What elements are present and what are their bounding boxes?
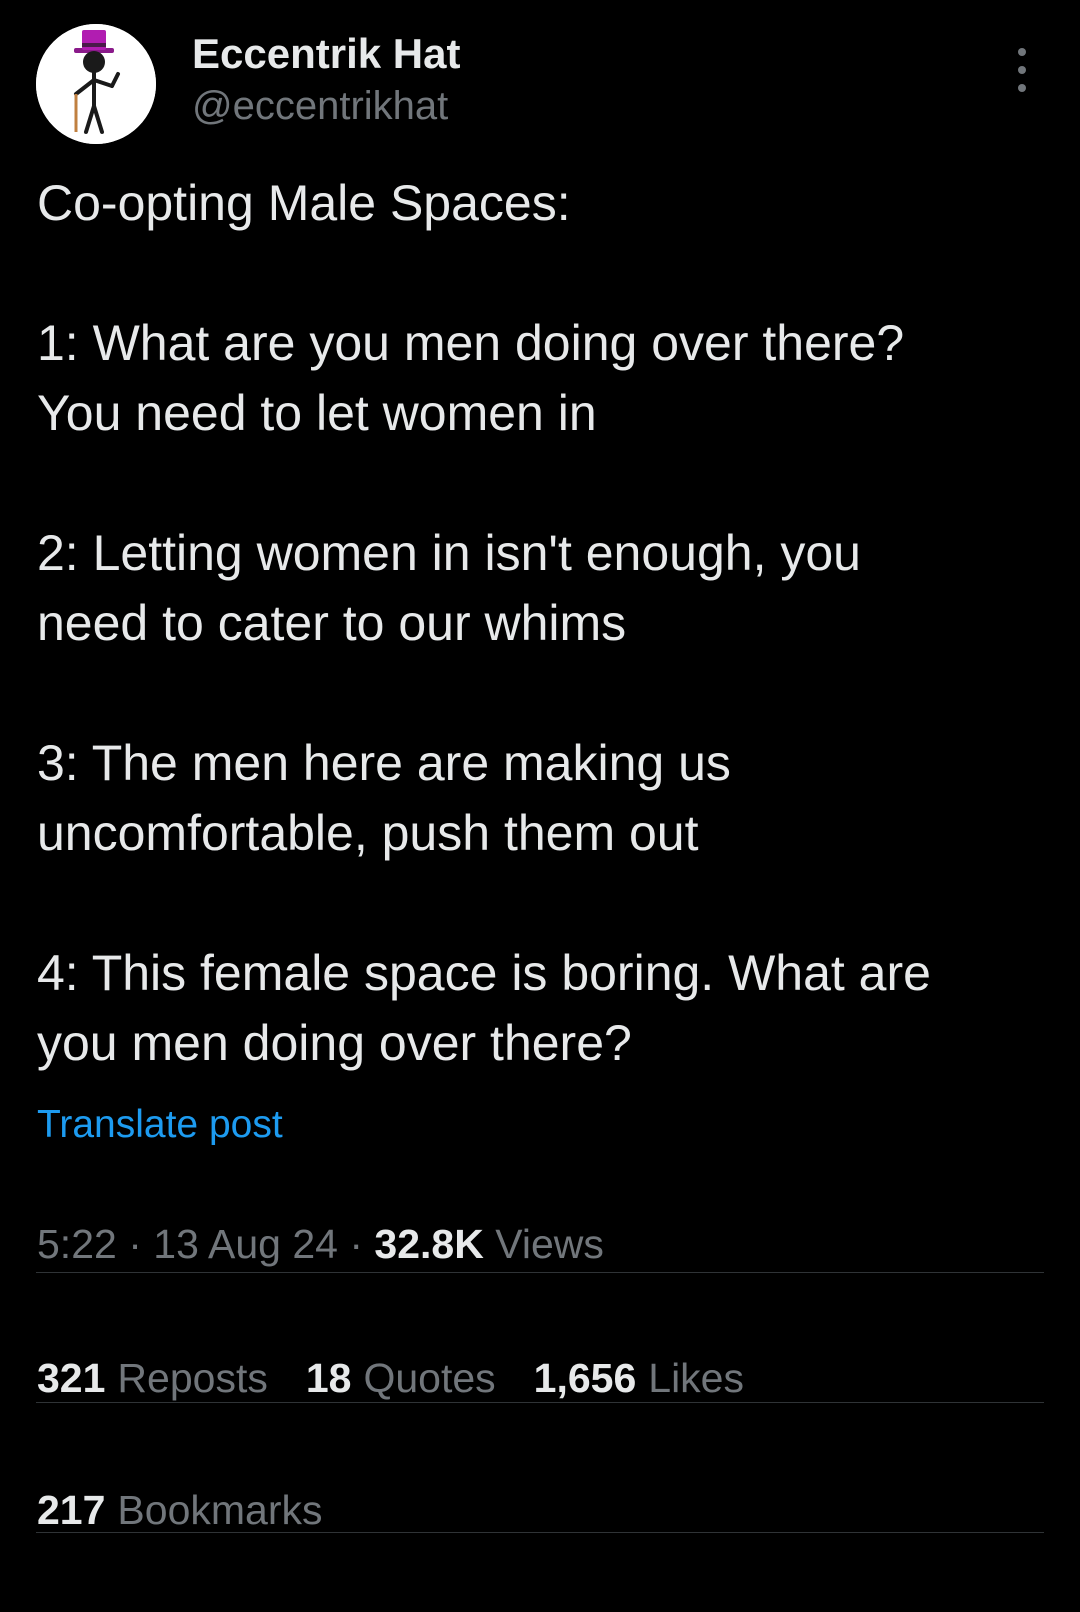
engagement-stats: 321 Reposts 18 Quotes 1,656 Likes [37, 1352, 782, 1404]
top-hat-stick-figure-icon [36, 24, 156, 144]
post-meta: 5:22 · 13 Aug 24 · 32.8K Views [37, 1218, 604, 1270]
quotes-stat[interactable]: 18 Quotes [306, 1352, 496, 1404]
author-display-name[interactable]: Eccentrik Hat [192, 28, 460, 80]
post-line: you men doing over there? [37, 1015, 632, 1071]
post-line: 2: Letting women in isn't enough, you [37, 525, 861, 581]
post-line: Co-opting Male Spaces: [37, 175, 571, 231]
author-handle[interactable]: @eccentrikhat [192, 80, 448, 132]
bookmarks-label: Bookmarks [117, 1487, 323, 1533]
reposts-count: 321 [37, 1355, 106, 1401]
post-line: 3: The men here are making us [37, 735, 731, 791]
likes-stat[interactable]: 1,656 Likes [534, 1352, 744, 1404]
views-label: Views [495, 1221, 604, 1267]
reposts-label: Reposts [117, 1355, 268, 1401]
reposts-stat[interactable]: 321 Reposts [37, 1352, 268, 1404]
post-detail: Eccentrik Hat @eccentrikhat Co-opting Ma… [0, 0, 1080, 1612]
divider [36, 1402, 1044, 1403]
translate-post-link[interactable]: Translate post [37, 1100, 283, 1150]
likes-count: 1,656 [533, 1355, 637, 1401]
meta-separator: · [349, 1221, 375, 1267]
bookmarks-stat[interactable]: 217 Bookmarks [37, 1484, 322, 1536]
quotes-count: 18 [305, 1355, 352, 1401]
avatar[interactable] [36, 24, 156, 144]
quotes-label: Quotes [363, 1355, 496, 1401]
post-date[interactable]: 13 Aug 24 [153, 1221, 338, 1267]
more-vertical-icon[interactable] [1010, 48, 1034, 92]
bookmarks-count: 217 [37, 1487, 106, 1533]
likes-label: Likes [648, 1355, 744, 1401]
divider [36, 1272, 1044, 1273]
post-text: Co-opting Male Spaces: 1: What are you m… [37, 168, 1042, 1078]
post-line: 1: What are you men doing over there? [37, 315, 905, 371]
meta-separator: · [128, 1221, 154, 1267]
post-line: 4: This female space is boring. What are [37, 945, 931, 1001]
post-line: uncomfortable, push them out [37, 805, 699, 861]
divider [36, 1532, 1044, 1533]
post-line: need to cater to our whims [37, 595, 627, 651]
post-header: Eccentrik Hat @eccentrikhat [36, 24, 1044, 144]
post-line: You need to let women in [37, 385, 597, 441]
views-count: 32.8K [374, 1221, 484, 1267]
post-time[interactable]: 5:22 [37, 1221, 117, 1267]
